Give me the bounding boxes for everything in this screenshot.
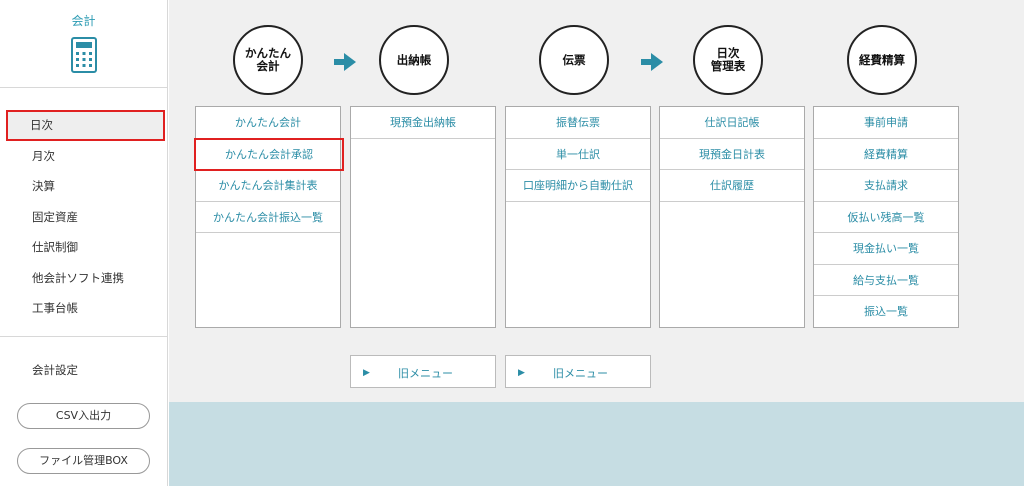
flow-circle-voucher: 伝票 xyxy=(539,25,609,95)
sidebar: 会計 日次 月次 決算 固定資産 仕訳制御 他会計ソフト連携 工事台帳 会計設定… xyxy=(0,0,168,486)
sidebar-item-fixed-assets[interactable]: 固定資産 xyxy=(0,202,167,233)
menu-link[interactable]: 経費精算 xyxy=(814,139,958,170)
menu-link[interactable]: 振替伝票 xyxy=(506,107,650,139)
card-daily-report: 仕訳日記帳 現預金日計表 仕訳履歴 xyxy=(659,106,805,328)
menu-link[interactable]: 現預金出納帳 xyxy=(351,107,495,139)
calculator-icon xyxy=(70,37,97,73)
menu-link[interactable]: 現預金日計表 xyxy=(660,139,804,170)
flow-circle-daily-report: 日次 管理表 xyxy=(693,25,763,95)
menu-link[interactable]: 給与支払一覧 xyxy=(814,265,958,296)
menu-link[interactable]: かんたん会計集計表 xyxy=(196,170,340,202)
old-menu-button-voucher[interactable]: ▶ 旧メニュー xyxy=(505,355,651,388)
card-expense: 事前申請 経費精算 支払請求 仮払い残高一覧 現金払い一覧 給与支払一覧 振込一… xyxy=(813,106,959,328)
menu-link[interactable]: 仮払い残高一覧 xyxy=(814,202,958,233)
menu-link[interactable]: かんたん会計承認 xyxy=(194,137,344,171)
sidebar-item-other-software[interactable]: 他会計ソフト連携 xyxy=(0,263,167,294)
card-voucher: 振替伝票 単一仕訳 口座明細から自動仕訳 xyxy=(505,106,651,328)
flow-circle-cashbook: 出納帳 xyxy=(379,25,449,95)
flow-label-kantan: かんたん 会計 xyxy=(245,46,291,73)
menu-link[interactable]: 事前申請 xyxy=(814,107,958,139)
sidebar-divider xyxy=(0,336,167,337)
menu-link[interactable]: 仕訳履歴 xyxy=(660,170,804,202)
play-icon: ▶ xyxy=(518,367,525,377)
bottom-band xyxy=(169,402,1024,486)
flow-label-expense: 経費精算 xyxy=(859,52,905,67)
sidebar-menu: 日次 月次 決算 固定資産 仕訳制御 他会計ソフト連携 工事台帳 xyxy=(0,88,167,324)
card-cashbook: 現預金出納帳 xyxy=(350,106,496,328)
sidebar-item-construction-ledger[interactable]: 工事台帳 xyxy=(0,293,167,324)
arrow-right-icon xyxy=(641,53,663,71)
main-panel: かんたん 会計 出納帳 伝票 日次 管理表 経費精算 かんたん会計 かんたん会計… xyxy=(169,0,1024,402)
sidebar-item-closing[interactable]: 決算 xyxy=(0,171,167,202)
old-menu-label: 旧メニュー xyxy=(398,368,453,380)
menu-link[interactable]: 単一仕訳 xyxy=(506,139,650,170)
flow-circle-expense: 経費精算 xyxy=(847,25,917,95)
menu-link[interactable]: かんたん会計 xyxy=(196,107,340,139)
menu-link[interactable]: かんたん会計振込一覧 xyxy=(196,202,340,233)
menu-link[interactable]: 支払請求 xyxy=(814,170,958,202)
sidebar-item-monthly[interactable]: 月次 xyxy=(0,141,167,172)
menu-link[interactable]: 振込一覧 xyxy=(814,296,958,328)
file-box-button[interactable]: ファイル管理BOX xyxy=(17,448,150,474)
sidebar-item-journal-control[interactable]: 仕訳制御 xyxy=(0,232,167,263)
menu-link[interactable]: 現金払い一覧 xyxy=(814,233,958,265)
card-kantan: かんたん会計 かんたん会計承認 かんたん会計集計表 かんたん会計振込一覧 xyxy=(194,106,344,328)
flow-label-daily-report: 日次 管理表 xyxy=(710,46,746,73)
sidebar-item-daily[interactable]: 日次 xyxy=(6,110,165,141)
flow-label-voucher: 伝票 xyxy=(562,52,586,67)
menu-link[interactable]: 口座明細から自動仕訳 xyxy=(506,170,650,202)
sidebar-header: 会計 xyxy=(0,0,167,88)
arrow-right-icon xyxy=(334,53,356,71)
old-menu-button-cashbook[interactable]: ▶ 旧メニュー xyxy=(350,355,496,388)
play-icon: ▶ xyxy=(363,367,370,377)
flow-circle-kantan: かんたん 会計 xyxy=(233,25,303,95)
csv-io-button[interactable]: CSV入出力 xyxy=(17,403,150,429)
sidebar-item-accounting-settings[interactable]: 会計設定 xyxy=(32,362,78,378)
old-menu-label: 旧メニュー xyxy=(553,368,608,380)
sidebar-title: 会計 xyxy=(71,14,96,28)
menu-link[interactable]: 仕訳日記帳 xyxy=(660,107,804,139)
flow-label-cashbook: 出納帳 xyxy=(396,52,432,67)
